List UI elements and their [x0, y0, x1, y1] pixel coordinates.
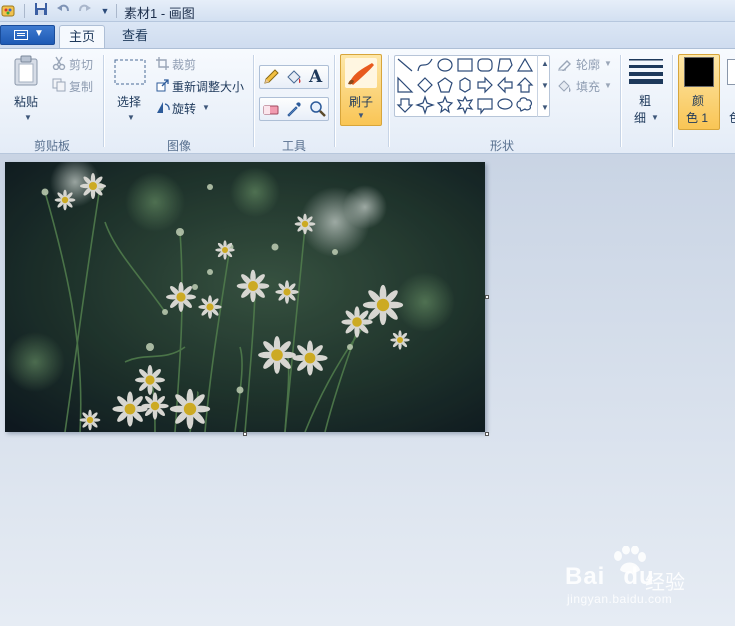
baidu-watermark-brand: Bai du	[565, 563, 655, 590]
outline-button[interactable]: 轮廓	[576, 56, 600, 73]
image-group-label: 图像	[166, 139, 191, 153]
line-size-icon	[629, 58, 663, 87]
shapes-scroll-up-icon[interactable]: ▲	[541, 59, 549, 68]
chevron-down-icon: ▼	[34, 28, 44, 39]
window-title: 素材1 - 画图	[124, 6, 195, 21]
group-separator	[253, 55, 254, 147]
text-tool-icon[interactable]: A	[309, 67, 322, 87]
paste-icon[interactable]	[13, 55, 41, 90]
canvas-resize-handle-corner[interactable]	[485, 432, 489, 436]
undo-icon[interactable]	[54, 2, 72, 20]
resize-button[interactable]: 重新调整大小	[172, 78, 244, 95]
group-separator	[620, 55, 621, 147]
select-dropdown-icon[interactable]: ▼	[127, 113, 135, 122]
fill-button[interactable]: 填充	[576, 78, 600, 95]
size-dropdown-icon[interactable]: ▼	[651, 113, 659, 122]
color1-label-line1: 颜	[692, 94, 705, 108]
select-button[interactable]: 选择	[117, 93, 141, 110]
fill-icon	[557, 79, 573, 96]
brushes-label: 刷子	[349, 95, 374, 109]
rotate-icon	[156, 101, 170, 117]
shapes-scroll[interactable]: ▲ ▼ ▼	[537, 55, 550, 117]
qa-separator	[24, 4, 25, 18]
crop-icon	[156, 57, 169, 73]
paste-button[interactable]: 粘贴	[14, 93, 38, 110]
baidu-watermark-cn: 经验	[645, 570, 685, 594]
daisy-photo	[5, 162, 485, 432]
cut-button[interactable]: 剪切	[69, 56, 93, 73]
title-bar: ▼ 素材1 - 画图	[0, 0, 735, 22]
color-picker-icon[interactable]	[285, 100, 303, 121]
ribbon: 粘贴 ▼ 剪切 复制 剪贴板 选择 ▼ 裁剪 重新调整大小 旋转 ▼ 图像 A	[0, 48, 735, 154]
rotate-button[interactable]: 旋转	[172, 100, 196, 117]
color2-swatch[interactable]	[727, 59, 735, 85]
shapes-scroll-down-icon[interactable]: ▼	[541, 81, 549, 90]
tab-home[interactable]: 主页	[59, 25, 105, 48]
group-separator	[334, 55, 335, 147]
magnifier-icon[interactable]	[309, 100, 327, 121]
select-icon[interactable]	[114, 59, 146, 88]
group-separator	[388, 55, 389, 147]
resize-icon	[156, 79, 169, 95]
color1-swatch	[684, 57, 714, 87]
qa-separator	[116, 4, 117, 18]
rotate-dropdown-icon[interactable]: ▼	[202, 103, 210, 112]
shapes-gallery-icons[interactable]	[396, 57, 536, 115]
tab-view[interactable]: 查看	[113, 25, 157, 48]
brush-icon	[344, 57, 378, 92]
color2-label[interactable]: 色	[729, 109, 735, 126]
copy-icon	[52, 78, 66, 95]
group-separator	[672, 55, 673, 147]
color1-label-line2: 色 1	[686, 111, 709, 125]
canvas-resize-handle-bottom[interactable]	[243, 432, 247, 436]
outline-icon	[557, 57, 573, 74]
ribbon-tab-row: ▼ 主页 查看	[0, 22, 735, 48]
paste-dropdown-icon[interactable]: ▼	[24, 113, 32, 122]
customize-qa-icon[interactable]: ▼	[96, 2, 114, 20]
fill-bucket-icon[interactable]	[285, 68, 303, 89]
shapes-group-label: 形状	[489, 139, 514, 153]
group-separator	[103, 55, 104, 147]
redo-icon[interactable]	[76, 2, 94, 20]
baidu-watermark-url: jingyan.baidu.com	[567, 592, 673, 606]
crop-button[interactable]: 裁剪	[172, 56, 196, 73]
copy-button[interactable]: 复制	[69, 78, 93, 95]
paint-app-icon[interactable]	[0, 2, 18, 20]
shapes-more-icon[interactable]: ▼	[541, 103, 549, 112]
document-icon	[14, 30, 28, 40]
outline-dropdown-icon[interactable]: ▼	[604, 59, 612, 68]
save-icon[interactable]	[32, 2, 50, 20]
paint-menu-button[interactable]: ▼	[0, 25, 55, 45]
pencil-icon[interactable]	[262, 68, 280, 89]
size-label-line2[interactable]: 细	[634, 109, 646, 126]
size-label-line1[interactable]: 粗	[639, 92, 651, 109]
eraser-icon[interactable]	[262, 100, 280, 121]
clipboard-group-label: 剪贴板	[33, 139, 70, 153]
scissors-icon	[52, 56, 66, 73]
brushes-dropdown-icon[interactable]: ▼	[357, 111, 365, 120]
canvas-resize-handle-right[interactable]	[485, 295, 489, 299]
tools-group-label: 工具	[281, 139, 306, 153]
canvas-image[interactable]	[5, 162, 485, 432]
fill-dropdown-icon[interactable]: ▼	[604, 81, 612, 90]
